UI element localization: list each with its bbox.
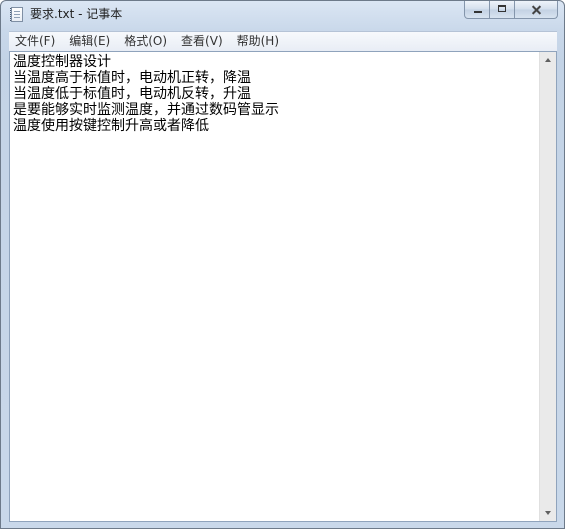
vertical-scrollbar[interactable] <box>539 52 556 521</box>
notepad-window: 要求.txt - 记事本 文件(F) 编辑(E) 格式(O) 查看(V) 帮助(… <box>0 0 565 529</box>
window-title: 要求.txt - 记事本 <box>30 7 123 21</box>
caption-buttons <box>464 1 558 20</box>
menu-format[interactable]: 格式(O) <box>117 32 174 51</box>
notepad-document-icon[interactable] <box>10 7 23 22</box>
scroll-down-arrow-icon[interactable] <box>540 504 557 521</box>
text-line: 温度控制器设计 <box>13 54 111 70</box>
maximize-button[interactable] <box>490 1 515 19</box>
text-line: 当温度高于标值时，电动机正转，降温 <box>13 70 251 86</box>
scroll-up-arrow-icon[interactable] <box>540 52 557 69</box>
text-line: 温度使用按键控制升高或者降低 <box>13 118 209 134</box>
menu-edit[interactable]: 编辑(E) <box>62 32 117 51</box>
menu-help[interactable]: 帮助(H) <box>230 32 286 51</box>
minimize-icon <box>465 1 489 18</box>
menu-view[interactable]: 查看(V) <box>174 32 230 51</box>
text-area[interactable]: 温度控制器设计 当温度高于标值时，电动机正转，降温 当温度低于标值时，电动机反转… <box>11 53 539 520</box>
title-bar[interactable]: 要求.txt - 记事本 <box>1 1 564 29</box>
close-icon <box>515 1 557 18</box>
text-editor[interactable]: 温度控制器设计 当温度高于标值时，电动机正转，降温 当温度低于标值时，电动机反转… <box>9 51 557 522</box>
close-button[interactable] <box>515 1 558 19</box>
text-line: 当温度低于标值时，电动机反转，升温 <box>13 86 251 102</box>
text-line: 是要能够实时监测温度，并通过数码管显示 <box>13 102 279 118</box>
menu-bar: 文件(F) 编辑(E) 格式(O) 查看(V) 帮助(H) <box>9 31 557 51</box>
minimize-button[interactable] <box>464 1 490 19</box>
maximize-icon <box>490 1 514 18</box>
menu-file[interactable]: 文件(F) <box>9 32 62 51</box>
